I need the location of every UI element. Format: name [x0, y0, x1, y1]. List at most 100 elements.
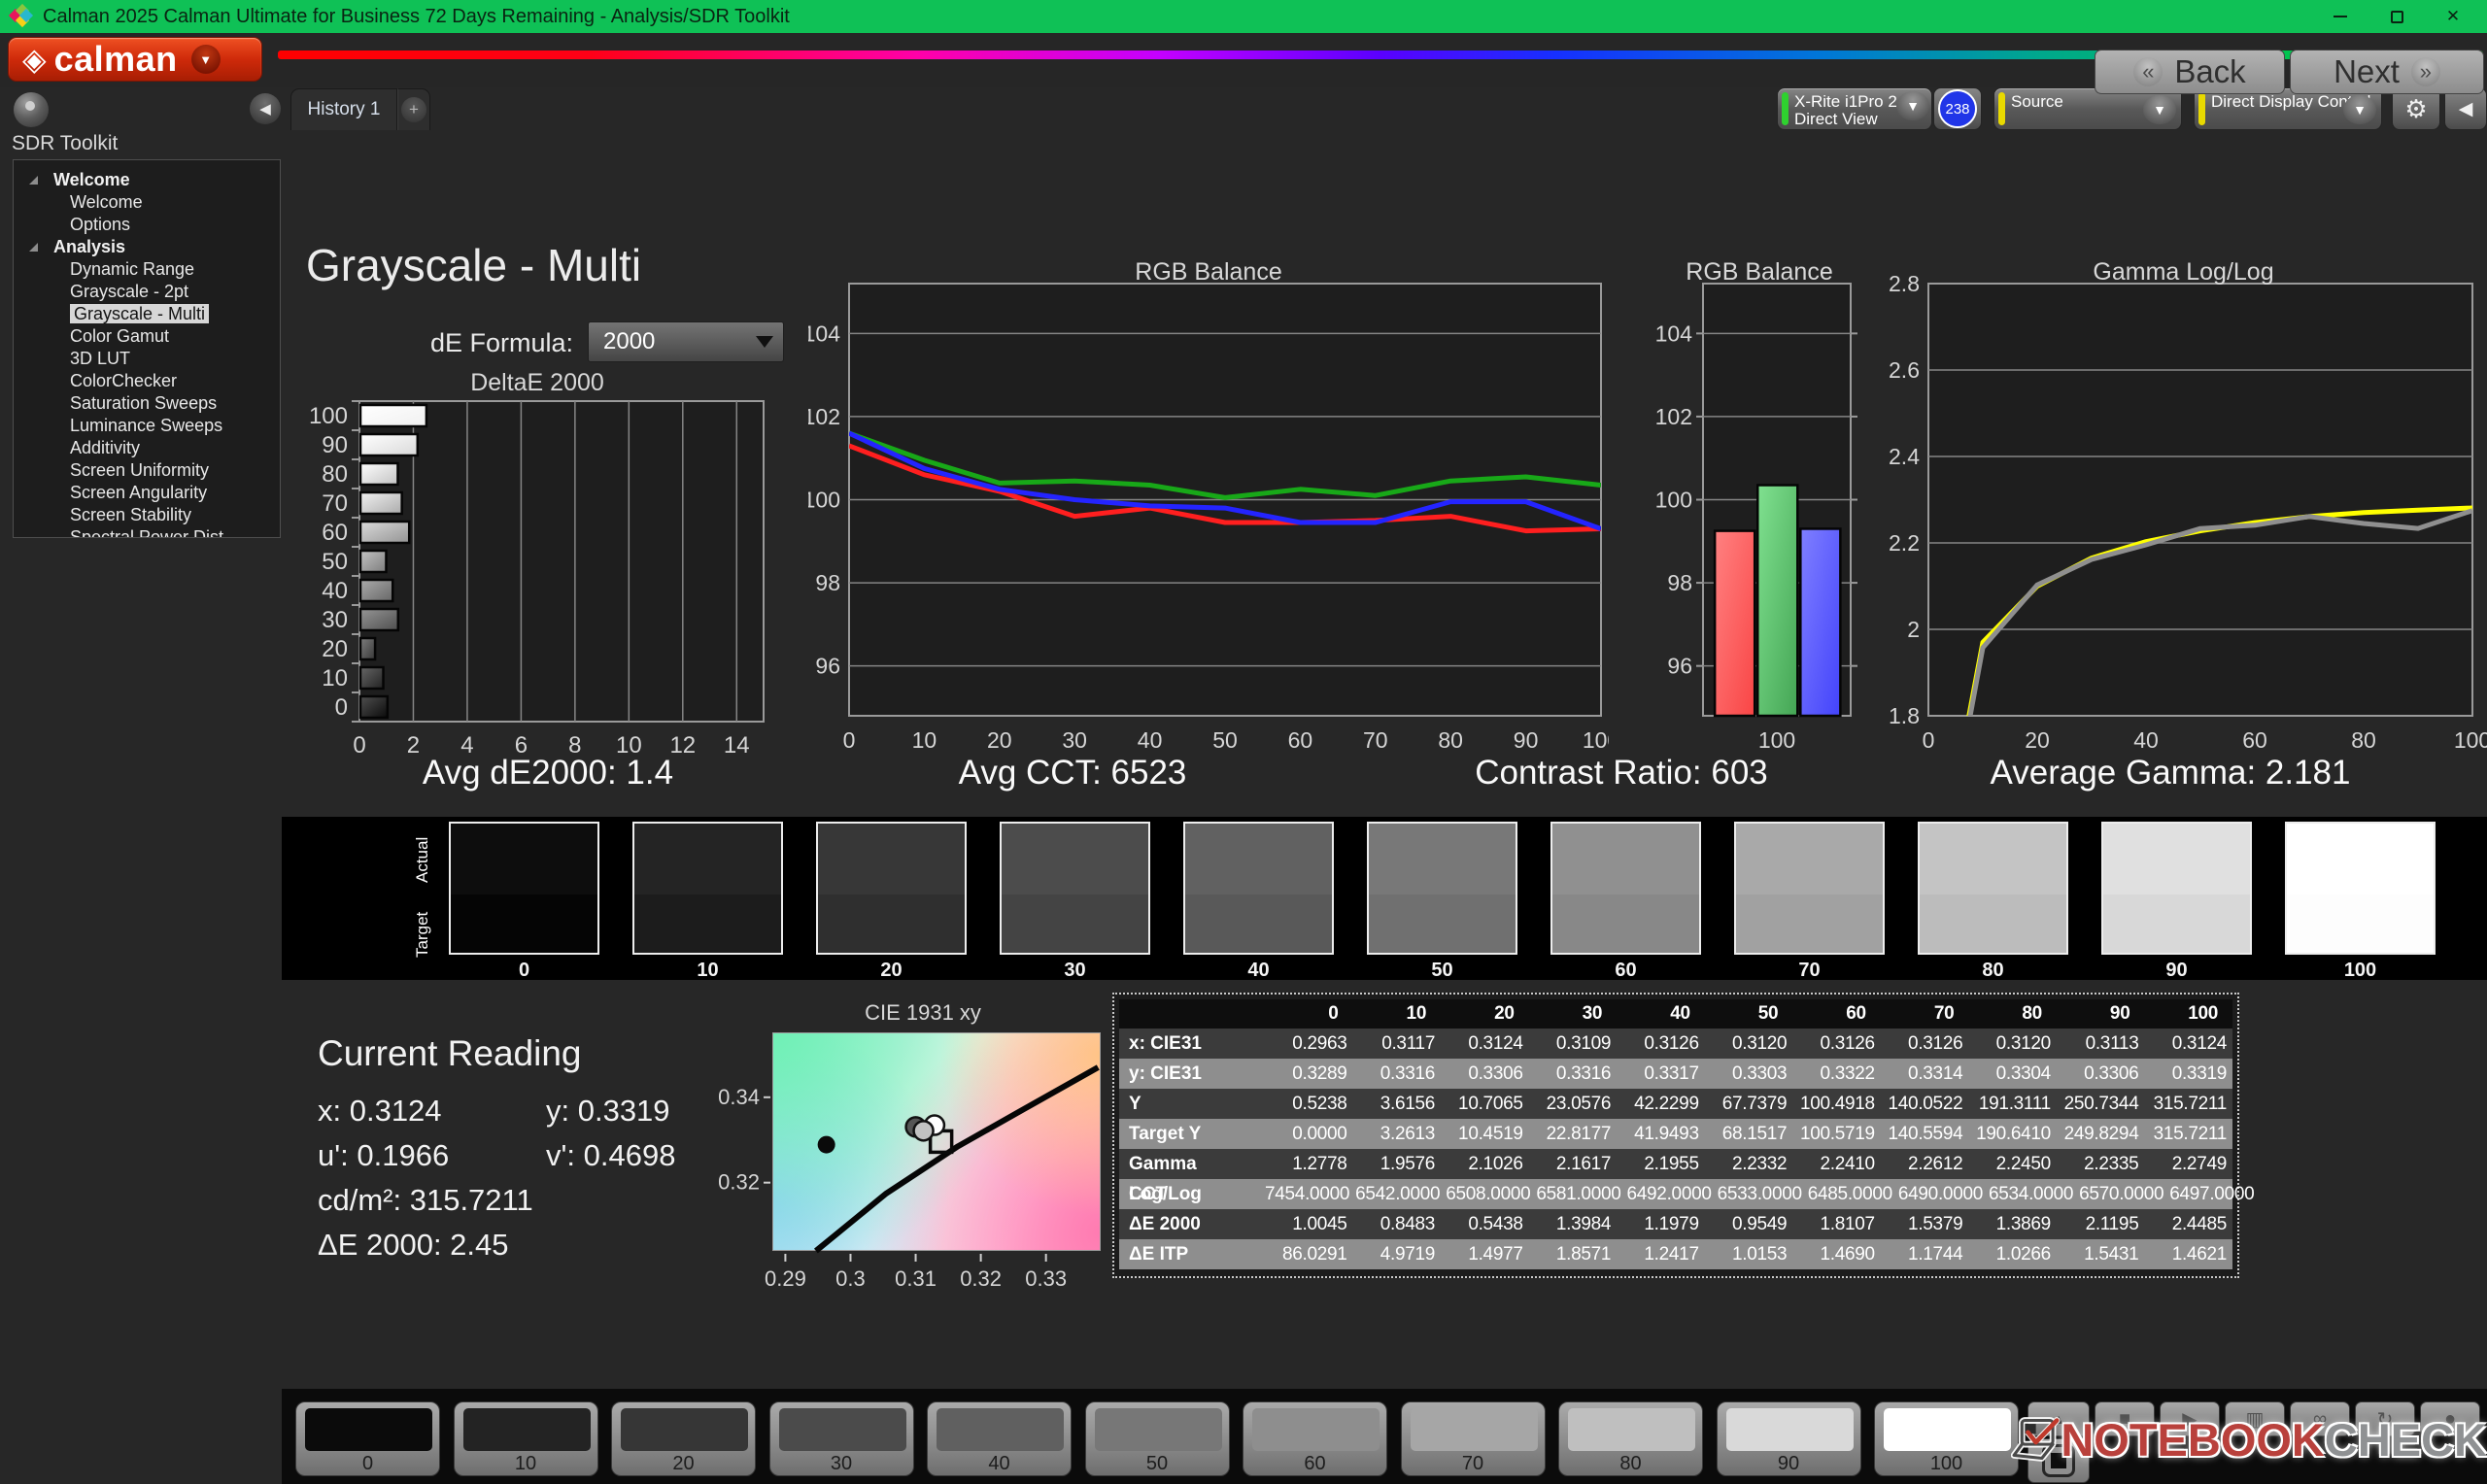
stat-avg-de2000: Avg dE2000: 1.4 — [423, 754, 673, 793]
swatch-level-label: 80 — [1918, 960, 2068, 982]
chevron-down-icon[interactable]: ▼ — [2143, 95, 2176, 124]
gray-patch-button-90[interactable]: 90 — [1717, 1401, 1861, 1476]
table-cell: 2.1195 — [2057, 1209, 2145, 1239]
swatch-actual-half — [451, 824, 597, 894]
sidebar-item-spectral-power-dist[interactable]: Spectral Power Dist. — [14, 526, 280, 538]
table-cell: 0.3316 — [1529, 1059, 1618, 1089]
sidebar-item-additivity[interactable]: Additivity — [14, 437, 280, 459]
grayscale-swatch-70 — [1734, 822, 1885, 955]
sidebar-item-options[interactable]: Options — [14, 214, 280, 236]
sidebar-item-dynamic-range[interactable]: Dynamic Range — [14, 258, 280, 281]
gray-patch-button-20[interactable]: 20 — [611, 1401, 756, 1476]
sidebar-item-colorchecker[interactable]: ColorChecker — [14, 370, 280, 392]
gray-patch-button-40[interactable]: 40 — [927, 1401, 1072, 1476]
sidebar-item-color-gamut[interactable]: Color Gamut — [14, 325, 280, 348]
svg-text:104: 104 — [1655, 320, 1693, 346]
de-formula-dropdown[interactable]: 2000 — [588, 321, 784, 362]
gray-patch-chip — [1568, 1408, 1695, 1451]
meter-count-badge: 238 — [1938, 89, 1977, 128]
table-row-gamma-log-log: Gamma Log/Log1.27781.95762.10262.16172.1… — [1119, 1149, 2232, 1179]
gray-patch-button-70[interactable]: 70 — [1401, 1401, 1546, 1476]
sidebar-item-saturation-sweeps[interactable]: Saturation Sweeps — [14, 392, 280, 415]
gray-patch-button-0[interactable]: 0 — [295, 1401, 440, 1476]
svg-text:0.32: 0.32 — [960, 1266, 1002, 1291]
gray-patch-label: 0 — [296, 1453, 439, 1475]
svg-text:98: 98 — [815, 570, 840, 595]
sidebar-item-luminance-sweeps[interactable]: Luminance Sweeps — [14, 415, 280, 437]
swatch-level-label: 0 — [449, 960, 599, 982]
sidebar-item-screen-angularity[interactable]: Screen Angularity — [14, 482, 280, 504]
reading-u: u': 0.1966 — [318, 1138, 546, 1173]
tree-expander-icon[interactable] — [29, 243, 38, 252]
close-button[interactable]: ✕ — [2425, 0, 2481, 33]
maximize-button[interactable] — [2368, 0, 2425, 33]
table-cell: 2.2410 — [1792, 1149, 1881, 1179]
sidebar-item-grayscale-multi[interactable]: Grayscale - Multi — [14, 303, 280, 325]
row-label: Y — [1119, 1089, 1265, 1119]
sidebar-item-welcome[interactable]: Welcome — [14, 191, 280, 214]
chevron-down-icon[interactable]: ▼ — [1896, 91, 1929, 120]
svg-text:2: 2 — [1907, 617, 1920, 642]
next-button[interactable]: Next » — [2290, 50, 2484, 94]
stat-average-gamma: Average Gamma: 2.181 — [1991, 754, 2351, 793]
swatch-target-half — [1552, 894, 1699, 953]
gray-patch-button-30[interactable]: 30 — [769, 1401, 914, 1476]
gray-patch-button-60[interactable]: 60 — [1243, 1401, 1387, 1476]
play-button[interactable]: ▶ — [2160, 1401, 2220, 1436]
gray-patch-button-10[interactable]: 10 — [454, 1401, 598, 1476]
deltae-bar-40 — [360, 580, 392, 601]
chevron-down-icon[interactable]: ▼ — [191, 45, 221, 74]
table-cell: 22.8177 — [1529, 1119, 1618, 1149]
svg-text:60: 60 — [1288, 727, 1313, 753]
gamma-loglog-chart: Gamma Log/Log 1.822.22.42.62.80204060801… — [1880, 258, 2487, 754]
table-col-header-10: 10 — [1353, 999, 1442, 1029]
sidebar-item-3d-lut[interactable]: 3D LUT — [14, 348, 280, 370]
stop-button[interactable]: ■ — [2095, 1401, 2155, 1436]
tree-expander-icon[interactable] — [29, 176, 38, 185]
back-button[interactable]: « Back — [2095, 50, 2285, 94]
gray-patch-chip — [937, 1408, 1064, 1451]
svg-text:20: 20 — [2025, 727, 2050, 753]
sidebar-collapse-button[interactable]: ◀ — [250, 93, 281, 124]
chevron-down-icon[interactable]: ▼ — [2343, 95, 2376, 124]
gray-patch-label: 80 — [1559, 1453, 1702, 1475]
svg-text:80: 80 — [2351, 727, 2376, 753]
table-cell: 67.7379 — [1705, 1089, 1793, 1119]
table-cell: 0.3317 — [1617, 1059, 1705, 1089]
table-cell: 0.5438 — [1441, 1209, 1529, 1239]
gray-patch-chip — [621, 1408, 748, 1451]
pager-up-button[interactable]: ▲ — [2027, 1401, 2090, 1436]
tree-group-welcome[interactable]: Welcome — [14, 169, 280, 191]
sidebar-item-screen-stability[interactable]: Screen Stability — [14, 504, 280, 526]
arrow-prev-icon: « — [2133, 57, 2163, 86]
calman-menu-button[interactable]: ◈ calman ▼ — [8, 37, 262, 82]
swatch-level-label: 40 — [1183, 960, 1334, 982]
deltae-bar-50 — [360, 551, 386, 572]
table-cell: 2.2450 — [1968, 1149, 2057, 1179]
table-cell: 68.1517 — [1705, 1119, 1793, 1149]
svg-text:20: 20 — [322, 636, 348, 662]
loop-button[interactable]: ∞ — [2290, 1401, 2350, 1436]
sidebar-item-screen-uniformity[interactable]: Screen Uniformity — [14, 459, 280, 482]
gray-patch-button-50[interactable]: 50 — [1085, 1401, 1230, 1476]
swatch-actual-half — [818, 824, 965, 894]
window-layout-button[interactable] — [2027, 1438, 2090, 1483]
sidebar-item-grayscale-2pt[interactable]: Grayscale - 2pt — [14, 281, 280, 303]
table-cell: 4.9719 — [1353, 1239, 1442, 1269]
calman-app-icon — [10, 6, 31, 27]
refresh-button[interactable]: ↻ — [2355, 1401, 2415, 1436]
tree-group-analysis[interactable]: Analysis — [14, 236, 280, 258]
gray-patch-button-100[interactable]: 100 — [1874, 1401, 2019, 1476]
source-status-stripe — [1998, 92, 2005, 125]
tab-history-1[interactable]: History 1 — [290, 88, 397, 130]
meter-name: X-Rite i1Pro 2 — [1794, 92, 1897, 112]
layout-tree: WelcomeWelcomeOptionsAnalysisDynamic Ran… — [13, 159, 281, 538]
add-tab-button[interactable]: + — [397, 88, 430, 130]
minimize-button[interactable] — [2312, 0, 2368, 33]
sidebar-sphere-button[interactable] — [14, 92, 49, 127]
record-button[interactable]: ● — [2420, 1401, 2480, 1436]
gray-patch-button-80[interactable]: 80 — [1558, 1401, 1703, 1476]
meter-mode: Direct View — [1794, 110, 1878, 129]
levels-button[interactable]: ▥ — [2225, 1401, 2285, 1436]
meter-dropdown[interactable]: X-Rite i1Pro 2 Direct View ▼ — [1777, 87, 1932, 130]
